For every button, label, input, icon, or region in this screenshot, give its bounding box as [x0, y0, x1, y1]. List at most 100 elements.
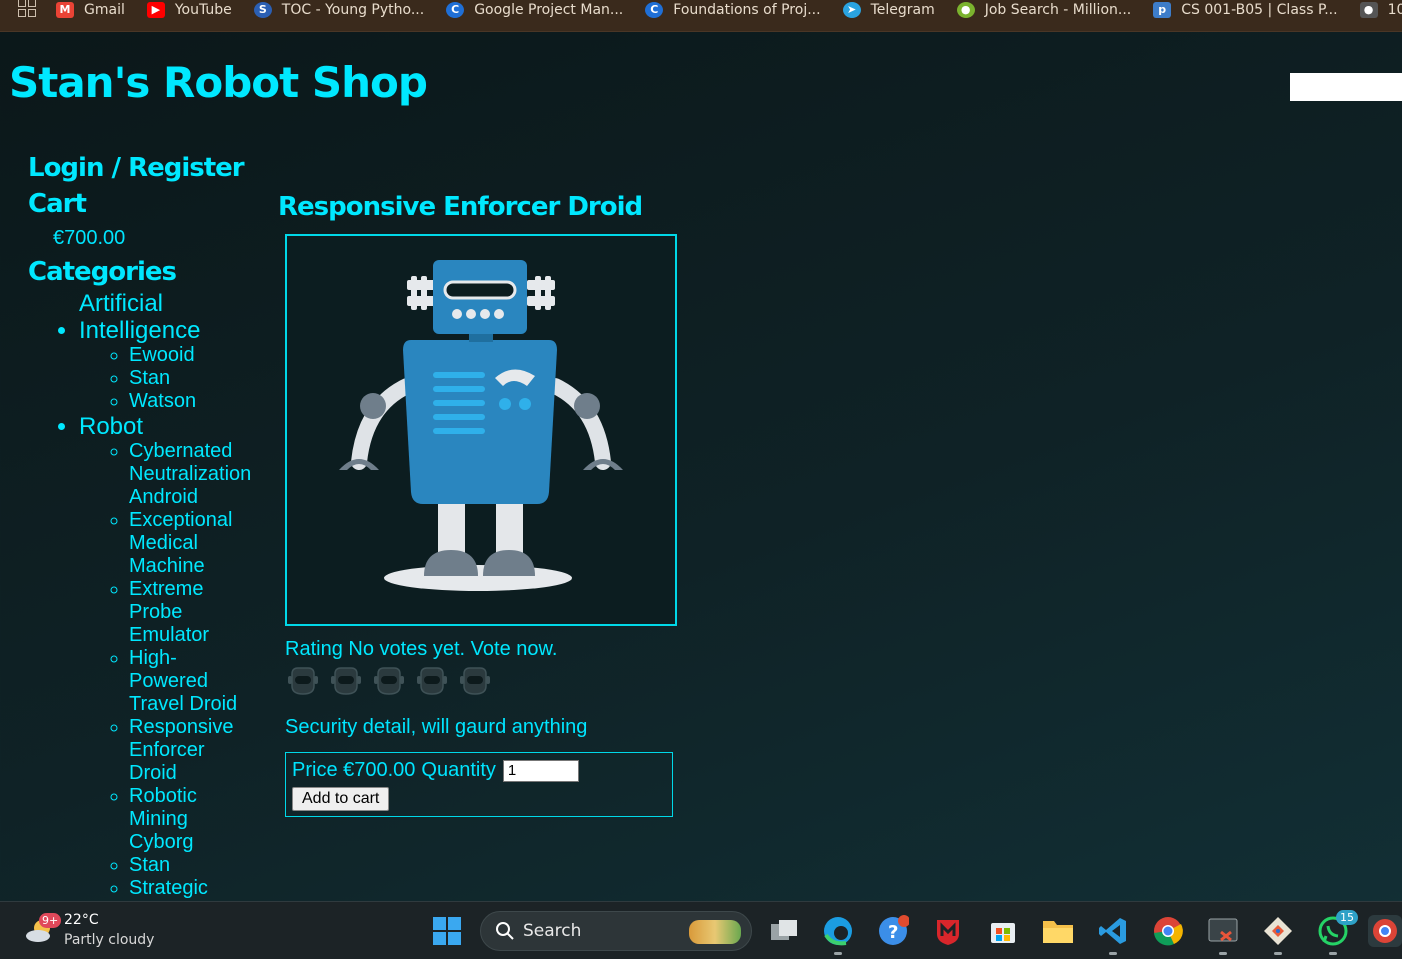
category-item: Artificial Intelligence Ewooid Stan Wats… — [79, 290, 268, 413]
cart-total: €700.00 — [53, 227, 126, 249]
product-link[interactable]: Cybernated Neutralization Android — [129, 440, 251, 508]
category-item: Robot Cybernated Neutralization Android … — [79, 413, 268, 900]
edge-browser-icon[interactable] — [822, 915, 854, 947]
bookmark-job-search[interactable]: ● Job Search - Million... — [956, 1, 1132, 18]
bookmark-label: YouTube — [174, 1, 232, 18]
rating-text[interactable]: No votes yet. Vote now. — [348, 638, 557, 660]
git-app-icon[interactable] — [1262, 915, 1294, 947]
bookmark-foundations[interactable]: C Foundations of Proj... — [645, 1, 821, 18]
category-list: Artificial Intelligence Ewooid Stan Wats… — [28, 290, 268, 900]
product-link[interactable]: Watson — [129, 390, 196, 412]
login-register-link[interactable]: Login / Register — [28, 150, 268, 186]
product-item: Exceptional Medical Machine — [129, 509, 254, 578]
microsoft-store-icon[interactable] — [987, 915, 1019, 947]
bookmark-label: CS 001-B05 | Class P... — [1181, 1, 1338, 18]
product-link[interactable]: Stan — [129, 854, 170, 876]
product-link[interactable]: High-Powered Travel Droid — [129, 647, 237, 715]
bookmark-telegram[interactable]: ➤ Telegram — [842, 1, 935, 18]
robot-rating-icon-5[interactable] — [458, 664, 492, 698]
chrome-profile-icon[interactable] — [1368, 915, 1402, 947]
svg-text:?: ? — [888, 922, 898, 943]
whatsapp-active-indicator — [1329, 952, 1337, 955]
bookmark-toc[interactable]: S TOC - Young Pytho... — [253, 1, 425, 18]
bookmark-youtube[interactable]: ▶ YouTube — [146, 1, 232, 18]
bookmark-google-project[interactable]: C Google Project Man... — [446, 1, 623, 18]
whatsapp-icon[interactable]: 15 — [1317, 910, 1358, 947]
gmail-icon: M — [56, 1, 74, 18]
robot-rating-icon-3[interactable] — [372, 664, 406, 698]
add-to-cart-button[interactable]: Add to cart — [292, 787, 390, 811]
quantity-input[interactable] — [502, 759, 579, 782]
vscode-active-indicator — [1109, 952, 1117, 955]
weather-description: Partly cloudy — [64, 932, 155, 948]
product-item: Robotic Mining Cyborg — [129, 785, 254, 854]
coursera-icon: C — [645, 1, 664, 18]
robot-rating-icon-2[interactable] — [329, 664, 363, 698]
file-explorer-icon[interactable] — [1042, 915, 1074, 947]
weather-temperature: 22°C — [64, 912, 99, 928]
product-link[interactable]: Exceptional Medical Machine — [129, 509, 232, 577]
bookmarks-bar: M Gmail ▶ YouTube S TOC - Young Pytho...… — [0, 0, 1402, 32]
profile-icon: ● — [1359, 1, 1378, 18]
help-app-icon[interactable]: ? — [877, 915, 909, 947]
product-item: Responsive Enforcer Droid — [129, 716, 254, 785]
product-link[interactable]: Responsive Enforcer Droid — [129, 716, 234, 784]
edge-active-indicator — [834, 952, 842, 955]
quantity-label: Quantity — [421, 759, 496, 781]
bookmark-cs-class[interactable]: p CS 001-B05 | Class P... — [1153, 1, 1338, 18]
product-link[interactable]: Ewooid — [129, 344, 195, 366]
search-icon — [496, 922, 514, 940]
product-item: Strategic — [129, 877, 254, 900]
git-active-indicator — [1274, 952, 1282, 955]
bookmark-label: Gmail — [84, 1, 125, 18]
snipping-active-indicator — [1219, 952, 1227, 955]
product-description: Security detail, will gaurd anything — [285, 716, 588, 738]
product-link[interactable]: Stan — [129, 367, 170, 389]
bookmark-gmail[interactable]: M Gmail — [56, 1, 125, 18]
weather-text: 22°C Partly cloudy — [64, 910, 154, 950]
toc-icon: S — [253, 1, 272, 18]
category-link-robot[interactable]: Robot — [79, 413, 143, 440]
product-item: High-Powered Travel Droid — [129, 647, 254, 716]
header-search-input[interactable] — [1290, 73, 1402, 101]
robot-rating-icon-1[interactable] — [286, 664, 320, 698]
rating-label: Rating — [285, 638, 343, 660]
task-view-icon[interactable] — [768, 915, 800, 947]
bookmark-label: 100x — [1387, 1, 1402, 18]
whatsapp-badge: 15 — [1336, 910, 1358, 925]
robot-illustration — [339, 260, 623, 591]
product-image — [285, 234, 677, 626]
snipping-tool-icon[interactable] — [1207, 915, 1239, 947]
price-quantity-row: Price €700.00 Quantity — [292, 759, 579, 782]
bookmark-label: Job Search - Million... — [984, 1, 1132, 18]
cart-link[interactable]: Cart — [28, 186, 268, 222]
taskbar-search-box[interactable]: Search — [480, 911, 752, 951]
subcategory-list: Ewooid Stan Watson — [79, 344, 268, 413]
product-link[interactable]: Strategic — [129, 877, 208, 899]
categories-heading: Categories — [28, 257, 177, 287]
chrome-icon[interactable] — [1152, 915, 1184, 947]
site-title[interactable]: Stan's Robot Shop — [9, 58, 428, 107]
youtube-icon: ▶ — [146, 1, 165, 18]
bookmark-label: Telegram — [870, 1, 935, 18]
vscode-icon[interactable] — [1097, 915, 1129, 947]
bookmark-100x[interactable]: ● 100x — [1359, 1, 1402, 18]
sidebar: Login / Register Cart €700.00 Categories… — [28, 150, 268, 900]
bookmark-label: Foundations of Proj... — [673, 1, 821, 18]
windows-start-icon[interactable] — [431, 915, 463, 947]
product-link[interactable]: Extreme Probe Emulator — [129, 578, 209, 646]
price-label: Price €700.00 — [292, 759, 416, 781]
bookmark-label: TOC - Young Pytho... — [281, 1, 425, 18]
weather-widget[interactable]: 9+ 22°C Partly cloudy — [24, 910, 154, 950]
category-link-ai[interactable]: Artificial Intelligence — [79, 290, 219, 344]
product-title: Responsive Enforcer Droid — [278, 192, 643, 222]
job-search-icon: ● — [956, 1, 975, 18]
mcafee-icon[interactable] — [932, 915, 964, 947]
product-item: Cybernated Neutralization Android — [129, 440, 254, 509]
product-item: Stan — [129, 367, 254, 390]
search-label: Search — [523, 921, 582, 941]
product-item: Stan — [129, 854, 254, 877]
product-link[interactable]: Robotic Mining Cyborg — [129, 785, 197, 853]
windows-taskbar: 9+ 22°C Partly cloudy Search ? 15 — [0, 901, 1402, 959]
robot-rating-icon-4[interactable] — [415, 664, 449, 698]
